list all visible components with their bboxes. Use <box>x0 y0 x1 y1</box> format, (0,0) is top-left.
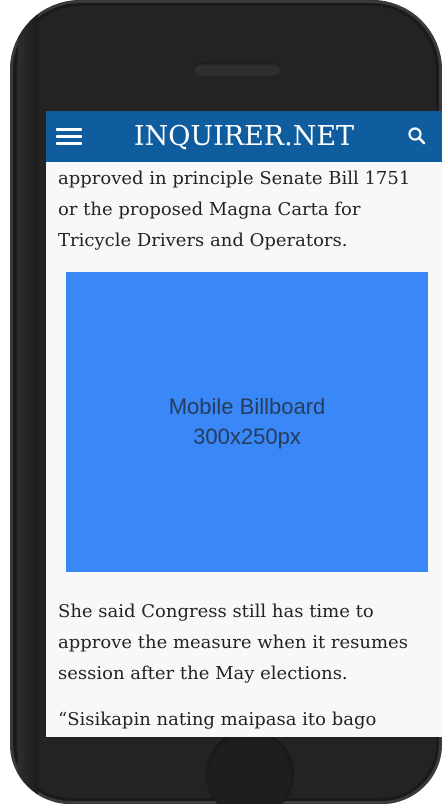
ad-size-label: 300x250px <box>193 424 301 449</box>
article-paragraph: “Sisikapin nating maipasa ito bago <box>58 709 377 730</box>
article-paragraph: She said Congress still has time to appr… <box>58 601 408 684</box>
article-paragraph: approved in principle Senate Bill 1751 o… <box>58 168 411 251</box>
ad-label: Mobile Billboard <box>168 394 326 419</box>
site-logo[interactable]: INQUIRER.NET <box>46 111 442 162</box>
phone-home-button[interactable] <box>206 730 294 804</box>
phone-frame: INQUIRER.NET approved in principle Senat… <box>10 0 442 804</box>
ad-billboard[interactable]: Mobile Billboard 300x250px <box>66 272 428 572</box>
site-header: INQUIRER.NET <box>46 111 442 162</box>
phone-speaker <box>194 63 281 76</box>
phone-side-edge <box>18 0 38 804</box>
phone-screen: INQUIRER.NET approved in principle Senat… <box>46 111 442 737</box>
hamburger-menu-icon[interactable] <box>56 128 82 146</box>
search-icon[interactable] <box>406 125 428 147</box>
